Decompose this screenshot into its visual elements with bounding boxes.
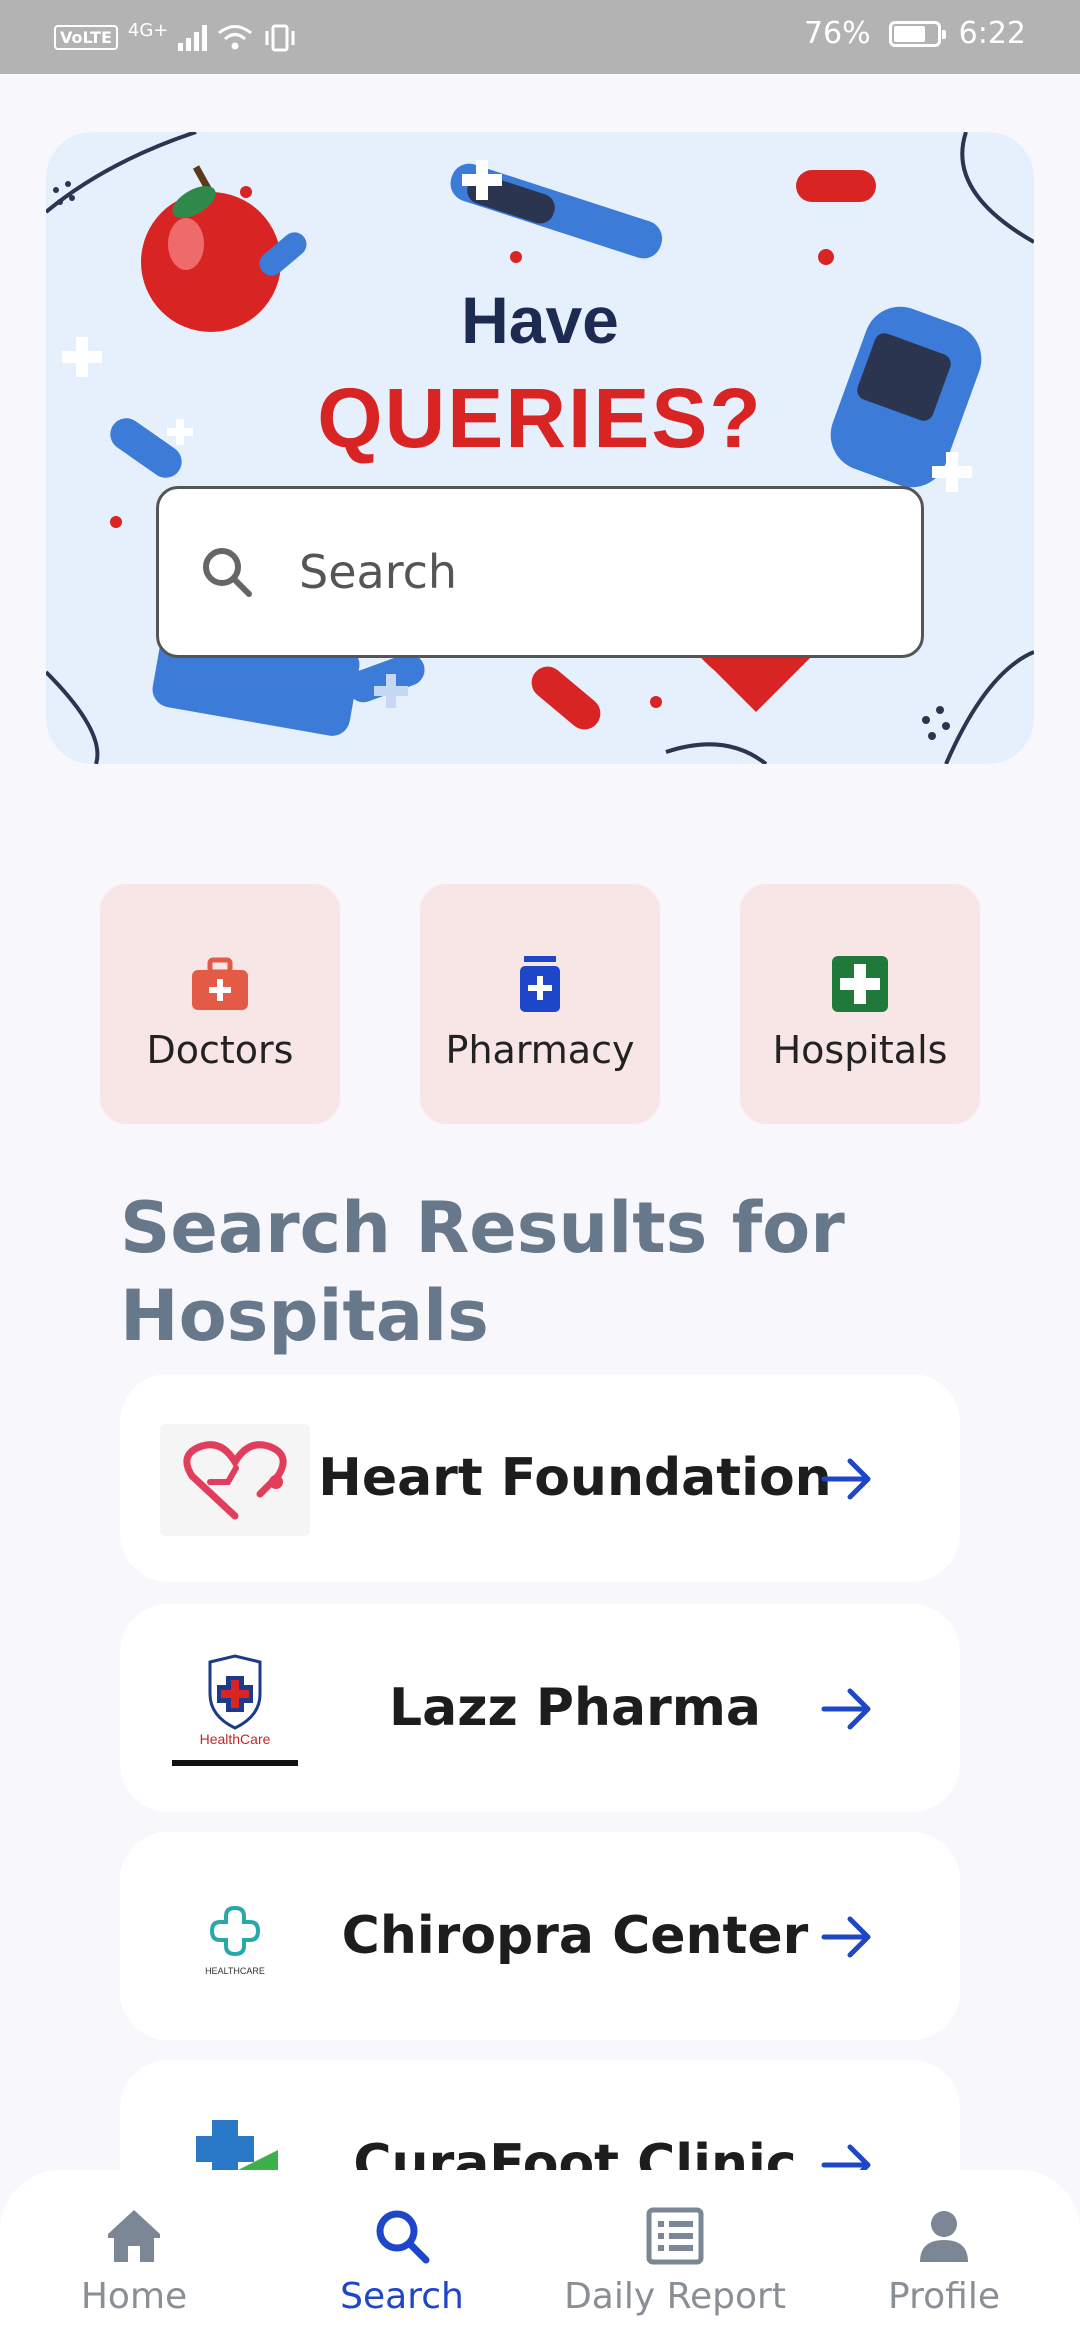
search-input[interactable] <box>297 544 861 600</box>
search-icon <box>203 548 252 597</box>
signal-icon <box>178 24 208 51</box>
heart-foundation-logo <box>160 1424 310 1536</box>
nav-search[interactable]: Search <box>302 2204 502 2317</box>
search-icon <box>376 2210 430 2264</box>
svg-text:HealthCare: HealthCare <box>200 1731 271 1747</box>
vibrate-icon <box>265 24 295 51</box>
result-name: Chiropra Center <box>341 1906 809 1966</box>
nav-label: Home <box>80 2276 188 2317</box>
arrow-right-icon[interactable] <box>820 1910 874 1964</box>
queries-banner: Have QUERIES? <box>46 132 1034 764</box>
battery-icon <box>888 20 946 47</box>
results-title: Search Results for Hospitals <box>120 1187 845 1357</box>
category-pharmacy[interactable]: Pharmacy <box>420 884 660 1124</box>
banner-line-queries: QUERIES? <box>317 371 763 465</box>
bottom-nav: Home Search Daily Report Profile <box>0 2170 1080 2340</box>
nav-label: Profile <box>888 2276 1000 2317</box>
category-label: Hospitals <box>772 1028 948 1072</box>
medical-bag-icon <box>192 957 248 1010</box>
healthcare-shield-logo: HealthCare <box>172 1654 298 1766</box>
category-label: Pharmacy <box>445 1028 635 1072</box>
profile-icon <box>920 2211 968 2262</box>
nav-daily-report[interactable]: Daily Report <box>564 2204 786 2317</box>
arrow-right-icon[interactable] <box>820 1682 874 1736</box>
result-name: Heart Foundation <box>318 1448 832 1508</box>
nav-label: Search <box>340 2276 464 2317</box>
home-icon <box>108 2210 160 2262</box>
search-field[interactable] <box>156 486 924 658</box>
category-label: Doctors <box>146 1028 294 1072</box>
result-name: Lazz Pharma <box>389 1678 761 1738</box>
medicine-bottle-icon <box>520 956 560 1012</box>
status-bar: VoLTE 4G+ 76% 6:22 <box>0 0 1080 74</box>
clock: 6:22 <box>958 16 1026 51</box>
result-card[interactable]: Heart Foundation <box>120 1374 960 1582</box>
volte-indicator: VoLTE <box>54 25 118 50</box>
result-card[interactable]: HEALTHCARE Chiropra Center <box>120 1832 960 2040</box>
banner-line-have: Have <box>461 283 619 357</box>
result-card[interactable]: HealthCare Lazz Pharma <box>120 1604 960 1812</box>
report-icon <box>646 2207 704 2265</box>
nav-profile[interactable]: Profile <box>844 2204 1044 2317</box>
healthcare-cross-logo: HEALTHCARE <box>205 1905 265 1976</box>
hospital-cross-icon <box>832 956 888 1012</box>
wifi-icon <box>218 24 253 49</box>
arrow-right-icon[interactable] <box>820 1452 874 1506</box>
nav-label: Daily Report <box>564 2276 786 2317</box>
nav-home[interactable]: Home <box>34 2204 234 2317</box>
network-type: 4G+ <box>127 20 169 41</box>
category-hospitals[interactable]: Hospitals <box>740 884 980 1124</box>
category-doctors[interactable]: Doctors <box>100 884 340 1124</box>
battery-percent: 76% <box>803 16 871 51</box>
svg-text:HEALTHCARE: HEALTHCARE <box>205 1966 265 1976</box>
